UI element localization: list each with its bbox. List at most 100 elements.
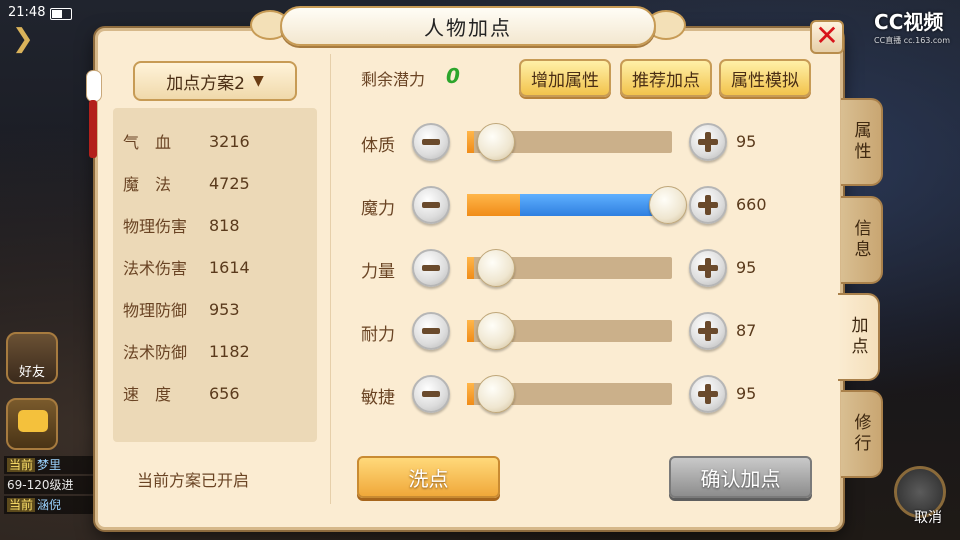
scheme-status: 当前方案已开启 [137,471,250,490]
stat-label: 气 血 [123,133,172,152]
friends-button[interactable]: 好友 [6,332,58,384]
increase-button[interactable] [689,249,727,287]
attribute-value: 87 [736,321,757,340]
decrease-button[interactable] [412,123,450,161]
stat-value: 818 [209,215,240,235]
stat-label: 速 度 [123,385,172,404]
decrease-button[interactable] [412,186,450,224]
slider-base-fill [467,320,474,342]
attribute-label: 敏捷 [361,388,395,408]
close-button[interactable]: ✕ [810,20,844,54]
attribute-slider[interactable] [467,375,672,413]
stat-label: 法术伤害 [123,259,188,278]
stat-value: 1614 [209,257,250,277]
minus-icon [422,202,440,208]
slider-base-fill [467,194,521,216]
close-icon: ✕ [815,19,839,52]
stat-row: 法术防御 1182 [123,339,250,363]
stat-row: 物理防御 953 [123,297,240,321]
slider-added-fill [520,194,668,216]
scheme-select-label: 加点方案2 [166,73,246,94]
scheme-select[interactable]: 加点方案2 ▼ [133,61,297,101]
slider-handle[interactable] [648,186,687,224]
increase-button[interactable] [689,123,727,161]
minus-icon [422,391,440,397]
slider-handle[interactable] [476,249,515,287]
remaining-points-label: 剩余潜力 [361,70,426,89]
stat-row: 速 度 656 [123,381,240,405]
tab-add-points[interactable]: 加点 [838,293,880,381]
stat-value: 1182 [209,341,250,361]
chat-line-text: 梦里 [37,458,62,472]
slider-handle[interactable] [476,375,515,413]
tab-info[interactable]: 信息 [841,196,883,284]
remaining-points-value: 0 [446,64,460,88]
tab-attributes[interactable]: 属性 [841,98,883,186]
plus-icon [698,384,718,404]
plus-icon [698,258,718,278]
minus-icon [422,265,440,271]
battery-icon [50,8,72,20]
attribute-slider[interactable] [467,249,672,287]
simulate-attribute-button[interactable]: 属性模拟 [719,59,811,97]
attribute-slider[interactable] [467,186,687,224]
stat-value: 4725 [209,173,250,193]
plus-icon [698,321,718,341]
recommend-points-button[interactable]: 推荐加点 [620,59,712,97]
attribute-label: 力量 [361,262,395,282]
chevron-right-icon[interactable]: ❯ [12,26,38,52]
stat-row: 魔 法 4725 [123,171,250,195]
chat-line-text: 69-120级进 [7,478,74,492]
slider-handle[interactable] [476,312,515,350]
tassel-ornament [80,70,106,160]
chevron-down-icon: ▼ [253,73,264,89]
chat-line[interactable]: 69-120级进 [4,476,99,494]
plus-icon [698,132,718,152]
stat-row: 气 血 3216 [123,129,250,153]
stat-value: 656 [209,383,240,403]
increase-button[interactable] [689,375,727,413]
minus-icon [422,328,440,334]
attribute-label: 魔力 [361,199,395,219]
reset-points-button[interactable]: 洗点 [357,456,500,498]
slider-handle[interactable] [476,123,515,161]
decrease-button[interactable] [412,312,450,350]
chat-line[interactable]: 当前 涵倪 [4,496,99,514]
watermark-title: CC视频 [874,10,944,34]
attribute-slider[interactable] [467,312,672,350]
add-attribute-button[interactable]: 增加属性 [519,59,611,97]
attribute-value: 95 [736,384,757,403]
attribute-slider[interactable] [467,123,672,161]
increase-button[interactable] [689,312,727,350]
status-time: 21:48 [8,5,46,20]
watermark-subtitle: CC直播 cc.163.com [874,36,950,45]
stat-label: 法术防御 [123,343,188,362]
stat-value: 953 [209,299,240,319]
decrease-button[interactable] [412,249,450,287]
cancel-label: 取消 [914,510,942,526]
stat-label: 物理防御 [123,301,188,320]
tab-cultivation[interactable]: 修行 [841,390,883,478]
slider-base-fill [467,257,474,279]
stream-watermark: CC视频 CC直播 cc.163.com [874,6,950,46]
chat-channel-tag: 当前 [7,458,36,472]
decrease-button[interactable] [412,375,450,413]
stat-label: 魔 法 [123,175,172,194]
chat-bubble-icon [18,410,48,432]
chat-button[interactable] [6,398,58,450]
attribute-label: 耐力 [361,325,395,345]
dialog-title: 人物加点 [280,6,656,46]
stat-label: 物理伤害 [123,217,188,236]
increase-button[interactable] [689,186,727,224]
divider [330,54,331,504]
attribute-value: 95 [736,258,757,277]
confirm-points-button[interactable]: 确认加点 [669,456,812,498]
minus-icon [422,139,440,145]
attribute-value: 660 [736,195,767,214]
stat-row: 物理伤害 818 [123,213,240,237]
stat-row: 法术伤害 1614 [123,255,250,279]
slider-base-fill [467,131,474,153]
attribute-value: 95 [736,132,757,151]
friends-label: 好友 [18,365,45,380]
chat-line[interactable]: 当前 梦里 [4,456,99,474]
